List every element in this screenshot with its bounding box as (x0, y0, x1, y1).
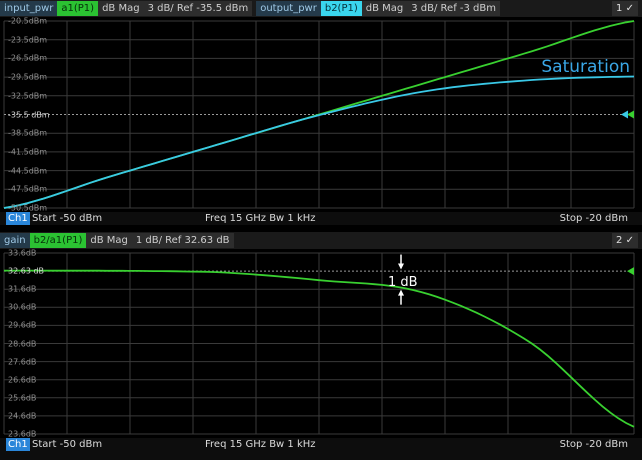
trace-name-gain[interactable]: gain (0, 233, 30, 248)
top-trace-header: input_pwr a1(P1) dB Mag 3 dB/ Ref -35.5 … (0, 0, 642, 17)
y-axis-tick-label: 25.6dB (8, 393, 37, 403)
y-axis-tick-label: 31.6dB (8, 284, 37, 294)
reference-marker-icon (621, 110, 628, 119)
top-diagram-footer: Ch1 Start -50 dBm Freq 15 GHz Bw 1 kHz S… (0, 212, 642, 225)
y-axis-tick-label: 33.6dB (8, 249, 37, 258)
y-axis-tick-label: -32.5dBm (8, 91, 48, 101)
sweep-start[interactable]: Start -50 dBm (32, 438, 102, 451)
y-axis-tick-label: -38.5dBm (8, 128, 48, 138)
y-axis-tick-label: -35.5 dBm (8, 110, 50, 119)
diagram-1-selector[interactable]: 1 ✓ (612, 1, 638, 16)
channel-badge[interactable]: Ch1 (6, 438, 30, 451)
trace-scale-input[interactable]: 3 dB/ Ref -35.5 dBm (143, 1, 253, 16)
y-axis-tick-label: -26.5dBm (8, 53, 48, 63)
sweep-stop[interactable]: Stop -20 dBm (560, 438, 628, 451)
bottom-diagram-footer: Ch1 Start -50 dBm Freq 15 GHz Bw 1 kHz S… (0, 438, 642, 460)
y-axis-tick-label: 23.6dB (8, 429, 37, 439)
sweep-stop[interactable]: Stop -20 dBm (560, 212, 628, 225)
reference-marker-icon (627, 267, 634, 276)
y-axis-tick-label: -44.5dBm (8, 166, 48, 176)
y-axis-tick-label: -20.5dBm (8, 17, 48, 26)
trace-measurement-b2[interactable]: b2(P1) (320, 1, 362, 16)
y-axis-tick-label: 28.6dB (8, 339, 37, 348)
y-axis-tick-label: -47.5dBm (8, 184, 48, 194)
trace-name-input-pwr[interactable]: input_pwr (0, 1, 58, 16)
y-axis-tick-label: 32.63 dB (8, 266, 45, 276)
bottom-trace-header: gain b2/a1(P1) dB Mag 1 dB/ Ref 32.63 dB… (0, 232, 642, 249)
bottom-chart-svg (3, 252, 635, 435)
vna-screen: input_pwr a1(P1) dB Mag 3 dB/ Ref -35.5 … (0, 0, 642, 460)
y-axis-tick-label: -23.5dBm (8, 35, 48, 45)
sweep-freq-bw[interactable]: Freq 15 GHz Bw 1 kHz (205, 438, 316, 451)
trace-measurement-b2-a1[interactable]: b2/a1(P1) (29, 233, 87, 248)
y-axis-tick-label: 30.6dB (8, 302, 37, 312)
reference-marker-icon (627, 110, 634, 119)
y-axis-tick-label: -41.5dBm (8, 147, 48, 157)
top-diagram-area[interactable]: -20.5dBm -23.5dBm -26.5dBm -29.5dBm -32.5dBm… (0, 17, 642, 212)
y-axis-tick-label: 26.6dB (8, 375, 37, 385)
arrow-up-head-icon (398, 289, 404, 296)
y-axis-tick-label: 29.6dB (8, 320, 37, 330)
arrow-down-head-icon (398, 263, 404, 270)
trace-format-input[interactable]: dB Mag (98, 1, 144, 16)
sweep-start[interactable]: Start -50 dBm (32, 212, 102, 225)
trace-format-output[interactable]: dB Mag (361, 1, 408, 16)
trace-format-gain[interactable]: dB Mag (86, 233, 132, 248)
bottom-diagram-area[interactable]: 33.6dB 32.63 dB 31.6dB 30.6dB 29.6dB 28.6dB 27… (0, 249, 642, 438)
saturation-annotation: Saturation (541, 57, 630, 77)
y-axis-tick-label: -50.5dBm (8, 203, 48, 213)
trace-name-output-pwr[interactable]: output_pwr (256, 1, 321, 16)
sweep-freq-bw[interactable]: Freq 15 GHz Bw 1 kHz (205, 212, 316, 225)
trace-scale-output[interactable]: 3 dB/ Ref -3 dBm (407, 1, 500, 16)
channel-badge[interactable]: Ch1 (6, 212, 30, 225)
compression-annotation: 1 dB (388, 275, 418, 290)
diagram-2-selector[interactable]: 2 ✓ (612, 233, 638, 248)
top-chart-svg (3, 20, 635, 209)
y-axis-tick-label: -29.5dBm (8, 72, 48, 82)
trace-measurement-a1[interactable]: a1(P1) (57, 1, 99, 16)
trace-scale-gain[interactable]: 1 dB/ Ref 32.63 dB (131, 233, 234, 248)
y-axis-tick-label: 27.6dB (8, 357, 37, 367)
y-axis-tick-label: 24.6dB (8, 411, 37, 421)
